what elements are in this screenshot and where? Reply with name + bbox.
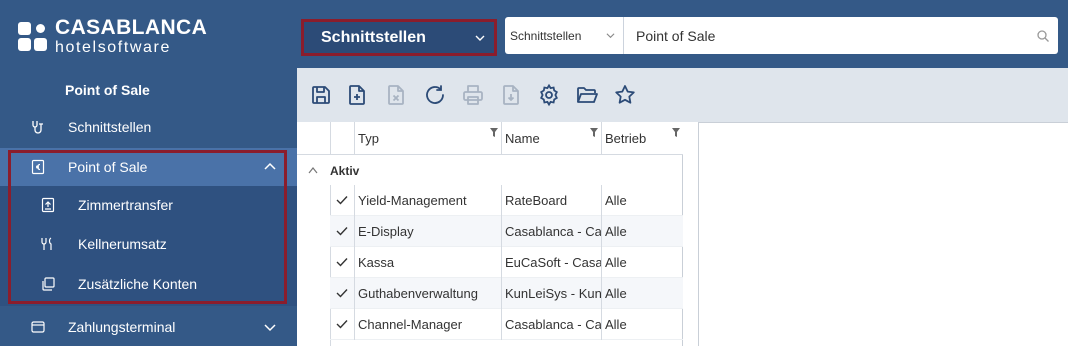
cell-name: Casablanca - Ca xyxy=(501,309,601,340)
interfaces-grid: Typ Name Betrieb Aktiv Yield-Management … xyxy=(297,122,683,346)
grid-header-name[interactable]: Name xyxy=(501,122,601,155)
cell-betrieb: Alle xyxy=(601,247,683,278)
table-row[interactable]: E-Display Casablanca - Ca Alle xyxy=(330,216,683,247)
logo-mark-icon xyxy=(18,21,47,51)
copy-icon xyxy=(42,277,55,291)
check-icon xyxy=(336,289,348,298)
sidebar-item-zimmertransfer[interactable]: Zimmertransfer xyxy=(0,186,297,224)
cell-typ: E-Display xyxy=(354,216,501,247)
cell-typ: Kassa xyxy=(354,247,501,278)
cell-typ: Channel-Manager xyxy=(354,309,501,340)
cell-name: Casablanca - Ca xyxy=(501,216,601,247)
favorite-button[interactable] xyxy=(613,83,637,107)
logo-sub-text: hotelsoftware xyxy=(55,38,171,56)
favorite-icon xyxy=(615,85,635,104)
export-button[interactable] xyxy=(499,83,523,107)
grid-header-label: Name xyxy=(505,131,540,146)
chevron-up-icon[interactable] xyxy=(263,160,277,174)
refresh-button[interactable] xyxy=(423,83,447,107)
check-icon xyxy=(336,320,348,329)
export-icon xyxy=(503,85,519,105)
group-label: Aktiv xyxy=(330,164,360,178)
settings-icon xyxy=(540,83,558,107)
plug-icon xyxy=(32,121,43,134)
sidebar-item-zahlungsterminal[interactable]: Zahlungsterminal xyxy=(0,308,297,346)
print-icon xyxy=(463,85,483,105)
sidebar-item-label: Schnittstellen xyxy=(68,119,152,135)
sidebar-item-label: Kellnerumsatz xyxy=(78,236,167,252)
filter-icon[interactable] xyxy=(672,128,680,137)
cell-name: EuCaSoft - Casal xyxy=(501,247,601,278)
check-icon xyxy=(336,258,348,267)
grid-header: Typ Name Betrieb xyxy=(297,122,683,155)
upload-icon xyxy=(41,197,55,213)
sidebar-section-title: Point of Sale xyxy=(65,82,150,98)
filter-icon[interactable] xyxy=(590,128,598,137)
delete-button[interactable] xyxy=(384,83,408,107)
cutlery-icon xyxy=(41,237,52,250)
terminal-icon xyxy=(31,321,45,333)
grid-header-label: Typ xyxy=(358,131,379,146)
chevron-down-icon[interactable] xyxy=(263,320,277,334)
search-icon[interactable] xyxy=(1036,29,1050,43)
module-select[interactable]: Schnittstellen xyxy=(301,19,497,56)
cell-typ: Yield-Management xyxy=(354,185,501,216)
toolbar xyxy=(297,68,1068,122)
sidebar-item-kellnerumsatz[interactable]: Kellnerumsatz xyxy=(0,225,297,263)
save-button[interactable] xyxy=(309,83,333,107)
grid-header-label: Betrieb xyxy=(605,131,647,146)
open-folder-button[interactable] xyxy=(575,83,599,107)
print-button[interactable] xyxy=(461,83,485,107)
chevron-up-icon[interactable] xyxy=(308,166,318,174)
new-icon xyxy=(349,85,365,105)
check-icon xyxy=(336,227,348,236)
new-button[interactable] xyxy=(345,83,369,107)
chevron-down-icon xyxy=(475,35,485,41)
sidebar-item-label: Zusätzliche Konten xyxy=(78,276,198,292)
search-scope-value: Schnittstellen xyxy=(510,28,582,43)
group-row-aktiv[interactable]: Aktiv xyxy=(297,155,683,185)
table-row[interactable]: Kassa EuCaSoft - Casal Alle xyxy=(330,247,683,278)
table-row[interactable]: Yield-Management RateBoard Alle xyxy=(330,185,683,216)
open-folder-icon xyxy=(577,87,598,103)
grid-header-check-column xyxy=(330,122,354,155)
cell-betrieb: Alle xyxy=(601,216,683,247)
save-icon xyxy=(312,86,330,104)
sidebar-item-schnittstellen[interactable]: Schnittstellen xyxy=(0,108,297,146)
sidebar-item-label: Point of Sale xyxy=(68,159,148,175)
filter-icon[interactable] xyxy=(490,128,498,137)
logo-main-text: CASABLANCA xyxy=(55,15,208,39)
check-icon xyxy=(336,196,348,205)
chevron-down-icon xyxy=(606,33,615,39)
sidebar-item-point-of-sale[interactable]: Point of Sale xyxy=(0,148,297,186)
cell-name: KunLeiSys - KunL xyxy=(501,278,601,309)
search-input[interactable]: Point of Sale xyxy=(636,17,715,54)
sidebar-item-zusaetzliche-konten[interactable]: Zusätzliche Konten xyxy=(0,265,297,303)
sidebar-item-label: Zahlungsterminal xyxy=(68,319,176,335)
cell-betrieb: Alle xyxy=(601,185,683,216)
cell-betrieb: Alle xyxy=(601,278,683,309)
detail-panel xyxy=(698,122,1068,346)
delete-icon xyxy=(388,85,404,105)
module-select-value: Schnittstellen xyxy=(321,28,426,46)
casablanca-logo[interactable]: CASABLANCA hotelsoftware xyxy=(18,16,207,56)
top-bar: Schnittstellen Schnittstellen Point of S… xyxy=(297,0,1068,68)
sidebar: CASABLANCA hotelsoftware Point of Sale S… xyxy=(0,0,297,346)
table-row[interactable]: Guthabenverwaltung KunLeiSys - KunL Alle xyxy=(330,278,683,309)
table-row[interactable]: Channel-Manager Casablanca - Ca Alle xyxy=(330,309,683,340)
search-scope-select[interactable]: Schnittstellen xyxy=(505,17,624,54)
settings-button[interactable] xyxy=(537,83,561,107)
grid-header-typ[interactable]: Typ xyxy=(354,122,501,155)
cell-name: RateBoard xyxy=(501,185,601,216)
euro-icon xyxy=(31,159,45,175)
search-bar: Schnittstellen Point of Sale xyxy=(505,17,1058,54)
cell-betrieb: Alle xyxy=(601,309,683,340)
refresh-icon xyxy=(426,85,444,104)
sidebar-item-label: Zimmertransfer xyxy=(78,197,173,213)
grid-header-betrieb[interactable]: Betrieb xyxy=(601,122,683,155)
cell-typ: Guthabenverwaltung xyxy=(354,278,501,309)
